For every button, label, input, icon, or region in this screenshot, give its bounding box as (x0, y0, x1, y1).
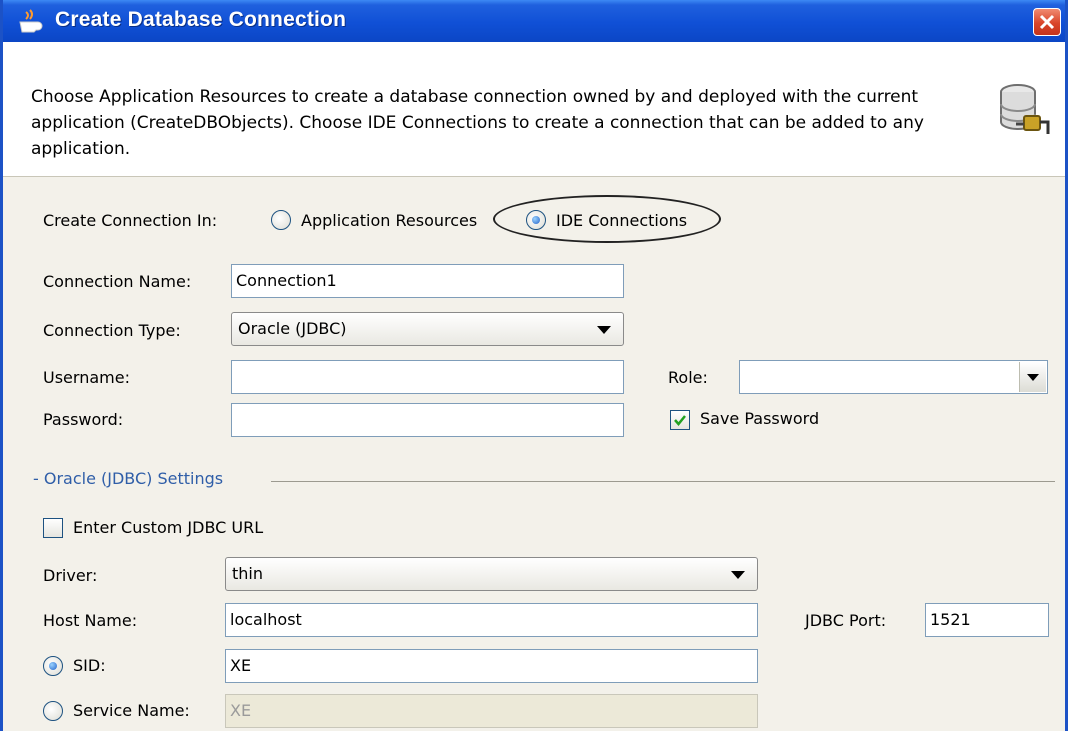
service-name-input[interactable]: XE (225, 694, 758, 728)
username-label: Username: (43, 368, 130, 387)
role-label: Role: (668, 368, 708, 387)
host-name-input[interactable]: localhost (225, 603, 758, 637)
sid-radio[interactable] (43, 656, 63, 676)
driver-value: thin (232, 564, 263, 583)
application-resources-radio[interactable] (271, 210, 291, 230)
chevron-down-icon (597, 326, 611, 334)
application-resources-label: Application Resources (301, 211, 478, 230)
role-dropdown-button[interactable] (1019, 362, 1046, 392)
header-panel: Choose Application Resources to create a… (3, 42, 1065, 177)
connection-type-label: Connection Type: (43, 321, 181, 340)
title-bar[interactable]: Create Database Connection (3, 0, 1065, 42)
coffee-cup-icon (19, 9, 43, 33)
sid-label: SID: (73, 656, 106, 675)
header-description: Choose Application Resources to create a… (31, 87, 924, 159)
sid-input[interactable]: XE (225, 649, 758, 683)
username-input[interactable] (231, 360, 624, 394)
create-in-label: Create Connection In: (43, 211, 218, 230)
host-name-label: Host Name: (43, 611, 138, 630)
save-password-checkbox[interactable] (670, 410, 690, 430)
connection-name-input[interactable]: Connection1 (231, 264, 624, 298)
database-connection-icon (1000, 84, 1050, 134)
custom-jdbc-url-checkbox[interactable] (43, 518, 63, 538)
role-dropdown[interactable] (739, 360, 1048, 394)
window-title: Create Database Connection (55, 8, 347, 31)
checkmark-icon (674, 415, 686, 426)
driver-label: Driver: (43, 566, 98, 585)
save-password-label: Save Password (700, 409, 820, 428)
service-name-label: Service Name: (73, 701, 190, 720)
highlight-ellipse-annotation (493, 195, 721, 243)
connection-type-value: Oracle (JDBC) (238, 319, 347, 338)
close-button[interactable] (1033, 8, 1061, 36)
custom-jdbc-url-label: Enter Custom JDBC URL (73, 518, 264, 537)
section-divider (271, 481, 1055, 482)
service-name-radio[interactable] (43, 701, 63, 721)
connection-name-label: Connection Name: (43, 272, 192, 291)
chevron-down-icon (1027, 374, 1039, 381)
password-label: Password: (43, 410, 124, 429)
connection-type-dropdown[interactable]: Oracle (JDBC) (231, 312, 624, 346)
create-database-connection-dialog: Create Database Connection Choose Applic… (0, 0, 1068, 731)
close-icon (1039, 14, 1055, 30)
jdbc-port-label: JDBC Port: (805, 611, 887, 630)
driver-dropdown[interactable]: thin (225, 557, 758, 591)
chevron-down-icon (731, 571, 745, 579)
jdbc-port-input[interactable]: 1521 (925, 603, 1049, 637)
oracle-jdbc-settings-title[interactable]: - Oracle (JDBC) Settings (33, 469, 223, 488)
password-input[interactable] (231, 403, 624, 437)
